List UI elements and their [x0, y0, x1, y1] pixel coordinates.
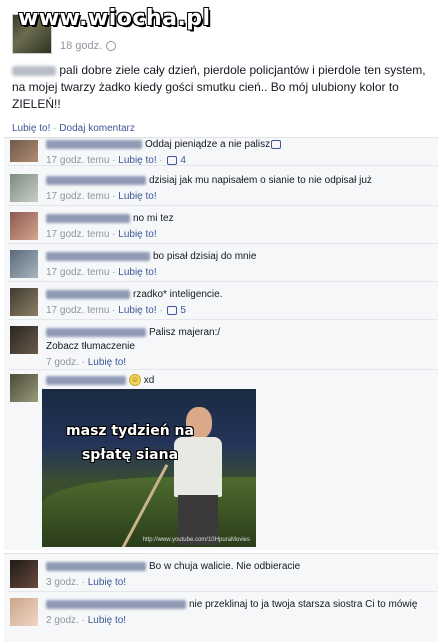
comment-text: Palisz majeran:/ [149, 327, 221, 338]
comment-like-link[interactable]: Lubię to! [118, 267, 156, 278]
commenter-name[interactable] [46, 175, 146, 185]
comment-meta: 17 godz. temu · Lubię to! · 5 [46, 305, 186, 316]
comment-text: Oddaj pieniądze a nie palisz [145, 139, 271, 150]
comment-text: Bo w chuja walicie. Nie odbieracie [149, 561, 301, 572]
comment-meta: 17 godz. temu · Lubię to! [46, 191, 157, 202]
comment-item: nie przeklinaj to ja twoja starsza siost… [8, 594, 438, 642]
like-icon [166, 305, 177, 315]
commenter-avatar[interactable] [10, 174, 38, 202]
comment-meta: 7 godz. · Lubię to! [46, 357, 127, 368]
add-comment-link[interactable]: Dodaj komentarz [59, 123, 135, 134]
comment-item: rzadko* inteligencie. 17 godz. temu · Lu… [8, 284, 438, 320]
comment-meta: 17 godz. temu · Lubię to! · 4 [46, 155, 186, 166]
commenter-name[interactable] [46, 251, 150, 261]
comment-text: no mi tez [133, 213, 174, 224]
commenter-avatar[interactable] [10, 250, 38, 278]
like-icon [271, 139, 282, 149]
commenter-name[interactable] [46, 599, 186, 609]
post-text: pali dobre ziele cały dzień, pierdole po… [12, 63, 426, 111]
commenter-name[interactable] [46, 289, 130, 299]
meme-caption-line2: spłatę siana [81, 447, 179, 463]
comment-like-link[interactable]: Lubię to! [118, 155, 156, 166]
post-body: pali dobre ziele cały dzień, pierdole po… [12, 62, 432, 113]
separator: · [53, 123, 57, 134]
comment-time[interactable]: 17 godz. temu [46, 267, 109, 278]
author-name-blurred[interactable] [12, 65, 56, 76]
comment-like-link[interactable]: Lubię to! [118, 305, 156, 316]
comment-like-link[interactable]: Lubię to! [118, 229, 156, 240]
comment-meta: 3 godz. · Lubię to! [46, 577, 127, 588]
commenter-name[interactable] [46, 139, 142, 149]
like-count[interactable]: 4 [180, 155, 186, 166]
comment-item: Bo w chuja walicie. Nie odbieracie 3 god… [8, 556, 438, 592]
comment-item: bo pisał dzisiaj do mnie 17 godz. temu ·… [8, 246, 438, 282]
commenter-name[interactable] [46, 375, 126, 385]
post-timestamp[interactable]: 18 godz. [60, 40, 117, 52]
like-icon [166, 155, 177, 165]
comment-meta: 2 godz. · Lubię to! [46, 615, 127, 626]
post-actions: Lubię to! · Dodaj komentarz [12, 123, 135, 134]
comment-text: xd [143, 375, 155, 386]
comment-time[interactable]: 3 godz. [46, 577, 79, 588]
meme-image[interactable]: masz tydzień na spłatę siana http://www.… [42, 389, 256, 547]
comment-time[interactable]: 2 godz. [46, 615, 79, 626]
like-count[interactable]: 5 [180, 305, 186, 316]
post-time-text: 18 godz. [60, 40, 103, 52]
meme-caption: masz tydzień na spłatę siana [60, 419, 200, 467]
comment-time[interactable]: 17 godz. temu [46, 305, 109, 316]
comment-meta: 17 godz. temu · Lubię to! [46, 229, 157, 240]
watermark-logo: www.wiocha.pl [18, 6, 211, 31]
commenter-avatar[interactable] [10, 598, 38, 626]
comment-time[interactable]: 7 godz. [46, 357, 79, 368]
see-translation-link[interactable]: Zobacz tłumaczenie [46, 340, 436, 354]
meme-caption-line1: masz tydzień na [66, 423, 194, 439]
commenter-avatar[interactable] [10, 212, 38, 240]
commenter-avatar[interactable] [10, 374, 38, 402]
comment-text: dzisiaj jak mu napisałem o sianie to nie… [149, 175, 372, 186]
commenter-name[interactable] [46, 327, 146, 337]
facebook-post-page: www.wiocha.pl 18 godz. pali dobre ziele … [0, 0, 442, 642]
commenter-name[interactable] [46, 561, 146, 571]
comment-item: Oddaj pieniądze a nie palisz 17 godz. te… [8, 138, 438, 166]
comment-like-link[interactable]: Lubię to! [88, 577, 126, 588]
comment-like-link[interactable]: Lubię to! [88, 615, 126, 626]
comment-text: bo pisał dzisiaj do mnie [153, 251, 257, 262]
commenter-avatar[interactable] [10, 140, 38, 162]
comment-item: dzisiaj jak mu napisałem o sianie to nie… [8, 170, 438, 206]
comment-like-link[interactable]: Lubię to! [118, 191, 156, 202]
comment-time[interactable]: 17 godz. temu [46, 191, 109, 202]
like-post-link[interactable]: Lubię to! [12, 123, 50, 134]
comment-meta: 17 godz. temu · Lubię to! [46, 267, 157, 278]
comment-like-link[interactable]: Lubię to! [88, 357, 126, 368]
comments-list-2: Bo w chuja walicie. Nie odbieracie 3 god… [4, 553, 438, 642]
comment-item: no mi tez 17 godz. temu · Lubię to! [8, 208, 438, 244]
globe-icon [106, 41, 117, 51]
comment-text: rzadko* inteligencie. [133, 289, 223, 300]
comment-text: nie przeklinaj to ja twoja starsza siost… [189, 599, 418, 610]
smile-emoji-icon: ☺ [129, 374, 141, 387]
comment-time[interactable]: 17 godz. temu [46, 155, 109, 166]
comment-item: Palisz majeran:/ Zobacz tłumaczenie 7 go… [8, 322, 438, 370]
commenter-avatar[interactable] [10, 288, 38, 316]
commenter-avatar[interactable] [10, 326, 38, 354]
meme-url: http://www.youtube.com/10HpuraMovies [142, 537, 250, 543]
commenter-avatar[interactable] [10, 560, 38, 588]
comment-time[interactable]: 17 godz. temu [46, 229, 109, 240]
commenter-name[interactable] [46, 213, 130, 223]
